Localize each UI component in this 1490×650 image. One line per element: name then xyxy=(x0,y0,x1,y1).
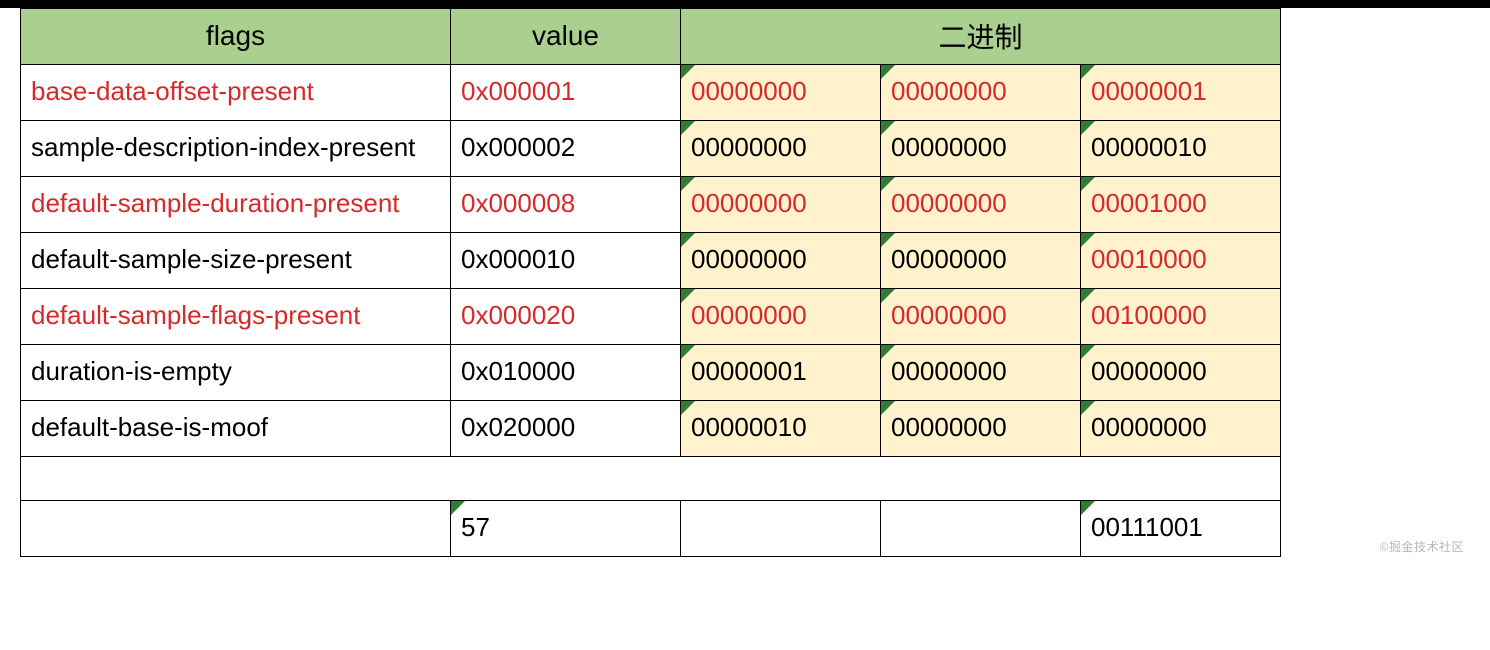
binary-byte-cell[interactable]: 00000010 xyxy=(681,401,881,457)
table-row: default-sample-duration-present0x0000080… xyxy=(21,177,1470,233)
table-row: base-data-offset-present0x00000100000000… xyxy=(21,65,1470,121)
binary-byte-cell[interactable]: 00000001 xyxy=(1081,65,1281,121)
flag-value-cell[interactable]: 0x000020 xyxy=(451,289,681,345)
binary-byte-cell[interactable]: 00000000 xyxy=(881,65,1081,121)
table-row: duration-is-empty0x010000000000010000000… xyxy=(21,345,1470,401)
flag-name-cell[interactable]: default-sample-duration-present xyxy=(21,177,451,233)
spreadsheet-table: flags value 二进制 base-data-offset-present… xyxy=(20,8,1470,557)
binary-byte-cell[interactable]: 00000000 xyxy=(1081,401,1281,457)
binary-byte-cell[interactable]: 00000000 xyxy=(681,121,881,177)
empty-cell xyxy=(21,457,451,501)
flags-table: flags value 二进制 base-data-offset-present… xyxy=(20,8,1470,557)
header-row: flags value 二进制 xyxy=(21,9,1470,65)
summary-row: 57 00111001 xyxy=(21,501,1470,557)
table-row: default-base-is-moof0x020000000000100000… xyxy=(21,401,1470,457)
header-flags: flags xyxy=(21,9,451,65)
header-binary: 二进制 xyxy=(681,9,1281,65)
trailing-cell xyxy=(1281,65,1470,121)
flag-value-cell[interactable]: 0x010000 xyxy=(451,345,681,401)
binary-byte-cell[interactable]: 00000000 xyxy=(881,233,1081,289)
binary-byte-cell[interactable]: 00000000 xyxy=(1081,345,1281,401)
flag-name-cell[interactable]: duration-is-empty xyxy=(21,345,451,401)
binary-byte-cell[interactable]: 00000000 xyxy=(881,121,1081,177)
binary-byte-cell[interactable]: 00010000 xyxy=(1081,233,1281,289)
binary-byte-cell[interactable]: 00100000 xyxy=(1081,289,1281,345)
flag-name-cell[interactable]: default-sample-size-present xyxy=(21,233,451,289)
empty-cell xyxy=(1081,457,1281,501)
trailing-cell xyxy=(1281,401,1470,457)
binary-byte-cell[interactable]: 00001000 xyxy=(1081,177,1281,233)
flag-name-cell[interactable]: base-data-offset-present xyxy=(21,65,451,121)
binary-byte-cell[interactable]: 00000001 xyxy=(681,345,881,401)
flag-value-cell[interactable]: 0x000001 xyxy=(451,65,681,121)
top-black-bar xyxy=(0,0,1490,8)
flag-value-cell[interactable]: 0x020000 xyxy=(451,401,681,457)
binary-byte-cell[interactable]: 00000000 xyxy=(881,345,1081,401)
trailing-cell xyxy=(1281,289,1470,345)
binary-byte-cell[interactable]: 00000000 xyxy=(681,233,881,289)
empty-cell xyxy=(451,457,681,501)
trailing-cell xyxy=(1281,457,1470,501)
binary-byte-cell[interactable]: 00000000 xyxy=(881,177,1081,233)
table-row: default-sample-flags-present0x0000200000… xyxy=(21,289,1470,345)
binary-byte-cell[interactable]: 00000010 xyxy=(1081,121,1281,177)
trailing-cell xyxy=(1281,121,1470,177)
empty-cell xyxy=(681,457,881,501)
table-row: default-sample-size-present0x00001000000… xyxy=(21,233,1470,289)
trailing-header-cell xyxy=(1281,9,1470,65)
binary-byte-cell[interactable]: 00000000 xyxy=(681,289,881,345)
watermark-text: ©掘金技术社区 xyxy=(1380,538,1464,555)
header-value: value xyxy=(451,9,681,65)
flag-name-cell[interactable]: default-sample-flags-present xyxy=(21,289,451,345)
summary-bin-cell xyxy=(881,501,1081,557)
binary-byte-cell[interactable]: 00000000 xyxy=(681,177,881,233)
empty-cell xyxy=(881,457,1081,501)
summary-value-cell[interactable]: 57 xyxy=(451,501,681,557)
summary-bin-cell[interactable]: 00111001 xyxy=(1081,501,1281,557)
trailing-cell xyxy=(1281,345,1470,401)
binary-byte-cell[interactable]: 00000000 xyxy=(881,401,1081,457)
trailing-cell xyxy=(1281,177,1470,233)
flag-value-cell[interactable]: 0x000002 xyxy=(451,121,681,177)
summary-flag-cell xyxy=(21,501,451,557)
empty-row xyxy=(21,457,1470,501)
binary-byte-cell[interactable]: 00000000 xyxy=(881,289,1081,345)
flag-name-cell[interactable]: default-base-is-moof xyxy=(21,401,451,457)
flag-value-cell[interactable]: 0x000010 xyxy=(451,233,681,289)
table-row: sample-description-index-present0x000002… xyxy=(21,121,1470,177)
summary-bin-cell xyxy=(681,501,881,557)
flag-name-cell[interactable]: sample-description-index-present xyxy=(21,121,451,177)
flag-value-cell[interactable]: 0x000008 xyxy=(451,177,681,233)
trailing-cell xyxy=(1281,233,1470,289)
binary-byte-cell[interactable]: 00000000 xyxy=(681,65,881,121)
